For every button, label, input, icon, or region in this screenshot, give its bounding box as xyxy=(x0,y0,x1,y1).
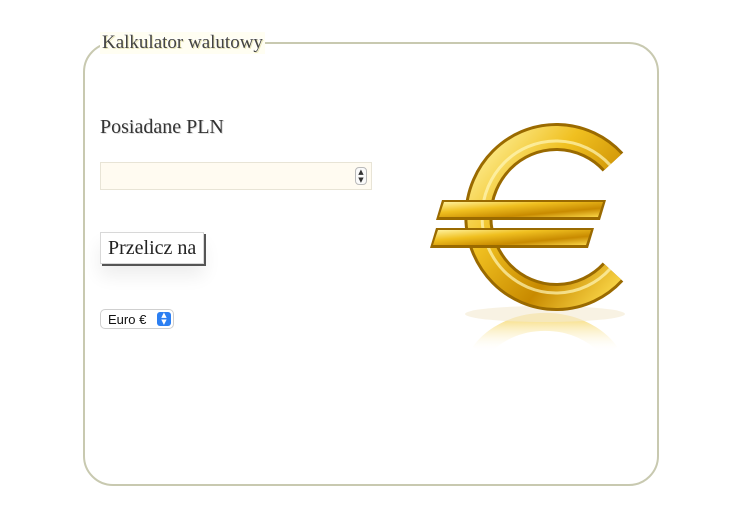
amount-label: Posiadane PLN xyxy=(100,116,224,138)
spinner-down-icon[interactable]: ▼ xyxy=(356,176,366,184)
fieldset-legend: Kalkulator walutowy xyxy=(100,32,265,54)
currency-select[interactable]: Euro € ▲ ▼ xyxy=(100,309,174,329)
amount-field[interactable]: ▲ ▼ xyxy=(100,162,372,190)
select-arrows-icon: ▲ ▼ xyxy=(157,312,171,326)
convert-button[interactable]: Przelicz na xyxy=(100,232,205,264)
amount-input[interactable] xyxy=(101,163,349,189)
euro-sign-icon xyxy=(430,123,625,352)
number-spinner[interactable]: ▲ ▼ xyxy=(355,167,367,185)
currency-select-value: Euro € xyxy=(108,312,147,327)
spinner-up-icon[interactable]: ▲ xyxy=(356,168,366,176)
